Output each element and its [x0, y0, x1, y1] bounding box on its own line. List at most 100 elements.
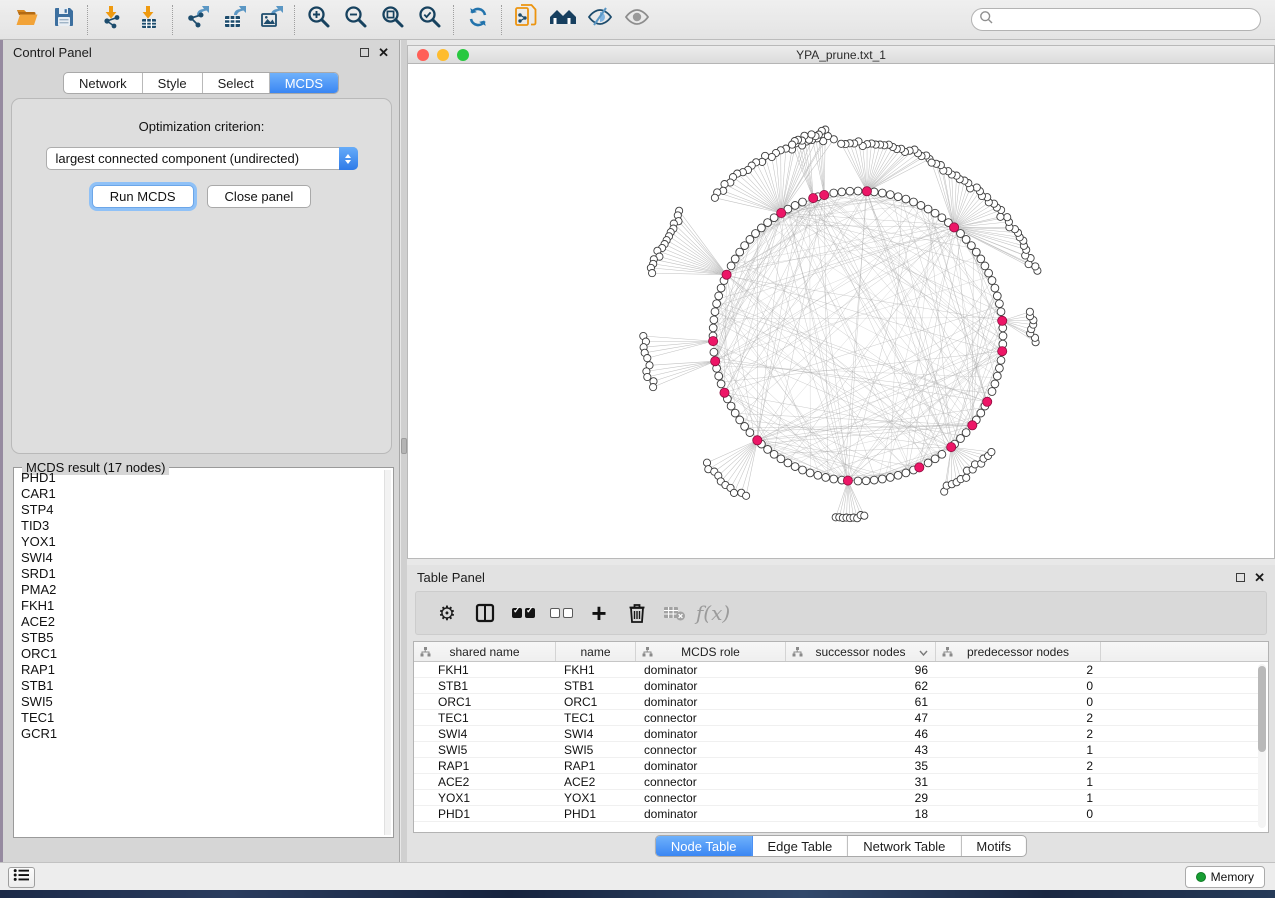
table-row[interactable]: YOX1YOX1connector291	[414, 790, 1258, 806]
table-cell: 35	[786, 759, 936, 773]
zoom-in-button[interactable]	[300, 4, 337, 36]
open-folder-icon	[14, 4, 40, 35]
column-header-MCDS-role[interactable]: MCDS role	[636, 642, 786, 661]
float-table-panel-icon[interactable]	[1236, 573, 1245, 582]
table-cell: 43	[786, 743, 936, 757]
mcds-result-item[interactable]: TEC1	[16, 710, 384, 726]
mcds-result-item[interactable]: STB1	[16, 678, 384, 694]
table-row[interactable]: RAP1RAP1dominator352	[414, 758, 1258, 774]
deselect-all-checkboxes-icon[interactable]	[548, 600, 574, 626]
table-row[interactable]: STB1STB1dominator620	[414, 678, 1258, 694]
home-pages-button[interactable]	[544, 4, 581, 36]
eye-slash-icon	[586, 4, 614, 35]
import-network-icon	[99, 4, 125, 35]
toolbar-separator	[453, 5, 454, 35]
mcds-result-item[interactable]: ACE2	[16, 614, 384, 630]
desktop-wallpaper	[0, 890, 1275, 898]
memory-status-icon	[1196, 872, 1206, 882]
table-row[interactable]: TEC1TEC1connector472	[414, 710, 1258, 726]
network-canvas[interactable]	[408, 64, 1274, 558]
table-cell: FKH1	[414, 663, 556, 677]
float-panel-icon[interactable]	[360, 48, 369, 57]
mcds-result-item[interactable]: SWI4	[16, 550, 384, 566]
close-panel-icon[interactable]: ✕	[378, 48, 389, 57]
zoom-out-button[interactable]	[337, 4, 374, 36]
import-network-button[interactable]	[93, 4, 130, 36]
table-scrollbar[interactable]	[1258, 664, 1266, 828]
mcds-result-item[interactable]: ORC1	[16, 646, 384, 662]
search-input[interactable]	[994, 11, 1260, 29]
table-cell: TEC1	[414, 711, 556, 725]
table-row[interactable]: FKH1FKH1dominator962	[414, 662, 1258, 678]
tab-edge-table[interactable]: Edge Table	[752, 836, 848, 856]
mcds-result-item[interactable]: SRD1	[16, 566, 384, 582]
share-document-button[interactable]	[507, 4, 544, 36]
table-toolbar: ⚙ + f(x)	[415, 591, 1267, 635]
column-header-shared-name[interactable]: shared name	[414, 642, 556, 661]
mcds-result-list[interactable]: PHD1CAR1STP4TID3YOX1SWI4SRD1PMA2FKH1ACE2…	[16, 470, 384, 835]
table-row[interactable]: SWI5SWI5connector431	[414, 742, 1258, 758]
table-cell: dominator	[636, 663, 786, 677]
mcds-result-item[interactable]: CAR1	[16, 486, 384, 502]
tab-network[interactable]: Network	[64, 73, 143, 93]
mcds-result-item[interactable]: FKH1	[16, 598, 384, 614]
tab-motifs[interactable]: Motifs	[961, 836, 1026, 856]
toolbar-search-field[interactable]	[971, 8, 1261, 31]
table-scrollbar-thumb[interactable]	[1258, 666, 1266, 752]
save-session-button[interactable]	[45, 4, 82, 36]
mcds-result-item[interactable]: STB5	[16, 630, 384, 646]
close-panel-button[interactable]: Close panel	[207, 185, 312, 208]
export-network-button[interactable]	[178, 4, 215, 36]
mcds-result-item[interactable]: GCR1	[16, 726, 384, 742]
table-cell: SWI4	[556, 727, 636, 741]
column-header-predecessor-nodes[interactable]: predecessor nodes	[936, 642, 1101, 661]
tab-style[interactable]: Style	[143, 73, 203, 93]
column-layout-icon[interactable]	[472, 600, 498, 626]
network-window-titlebar[interactable]: YPA_prune.txt_1	[408, 46, 1274, 64]
memory-button[interactable]: Memory	[1185, 866, 1265, 888]
tab-select[interactable]: Select	[203, 73, 270, 93]
task-history-button[interactable]	[8, 867, 35, 888]
mcds-result-item[interactable]: YOX1	[16, 534, 384, 550]
mcds-result-item[interactable]: PHD1	[16, 470, 384, 486]
table-cell: dominator	[636, 807, 786, 821]
zoom-out-icon	[343, 4, 369, 35]
table-cell: 1	[936, 743, 1101, 757]
mcds-result-item[interactable]: PMA2	[16, 582, 384, 598]
share-document-icon	[512, 3, 540, 36]
mcds-list-scrollbar[interactable]	[384, 470, 391, 835]
table-row[interactable]: SWI4SWI4dominator462	[414, 726, 1258, 742]
open-file-button[interactable]	[8, 4, 45, 36]
column-header-successor-nodes[interactable]: successor nodes	[786, 642, 936, 661]
export-network-icon	[184, 4, 210, 35]
delete-column-trash-icon[interactable]	[624, 600, 650, 626]
optimization-criterion-select[interactable]: largest connected component (undirected)	[46, 147, 358, 170]
column-header-name[interactable]: name	[556, 642, 636, 661]
table-cell: 1	[936, 775, 1101, 789]
show-eye-button[interactable]	[618, 4, 655, 36]
mcds-result-item[interactable]: TID3	[16, 518, 384, 534]
close-table-panel-icon[interactable]: ✕	[1254, 573, 1265, 582]
table-row[interactable]: ORC1ORC1dominator610	[414, 694, 1258, 710]
run-mcds-button[interactable]: Run MCDS	[92, 185, 194, 208]
eye-icon	[623, 4, 651, 35]
zoom-fit-button[interactable]	[374, 4, 411, 36]
select-all-checkboxes-icon[interactable]	[510, 600, 536, 626]
zoom-selected-button[interactable]	[411, 4, 448, 36]
refresh-icon	[465, 4, 491, 35]
tab-node-table[interactable]: Node Table	[656, 836, 753, 856]
hide-glasses-button[interactable]	[581, 4, 618, 36]
settings-gear-icon[interactable]: ⚙	[434, 600, 460, 626]
export-table-button[interactable]	[215, 4, 252, 36]
import-table-button[interactable]	[130, 4, 167, 36]
table-row[interactable]: PHD1PHD1dominator180	[414, 806, 1258, 822]
mcds-result-item[interactable]: SWI5	[16, 694, 384, 710]
export-image-button[interactable]	[252, 4, 289, 36]
mcds-result-item[interactable]: RAP1	[16, 662, 384, 678]
add-column-icon[interactable]: +	[586, 600, 612, 626]
refresh-button[interactable]	[459, 4, 496, 36]
tab-mcds[interactable]: MCDS	[270, 73, 338, 93]
tab-network-table[interactable]: Network Table	[848, 836, 961, 856]
mcds-result-item[interactable]: STP4	[16, 502, 384, 518]
table-row[interactable]: ACE2ACE2connector311	[414, 774, 1258, 790]
